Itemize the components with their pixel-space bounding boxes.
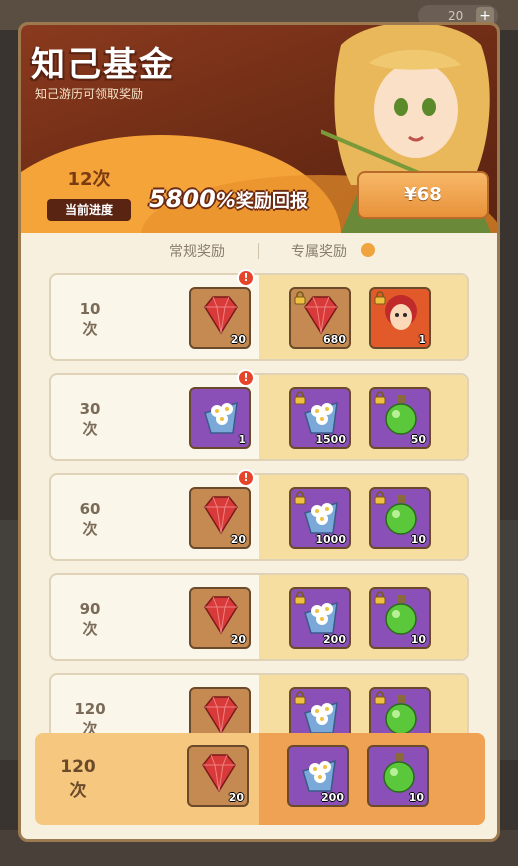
exclusive-reward-item[interactable]: 1000 <box>289 487 351 549</box>
reward-row: 10 次 20 680 1 <box>49 273 469 361</box>
lock-icon <box>294 691 306 705</box>
item-quantity: 20 <box>230 533 246 546</box>
exclusive-reward-item[interactable]: 1500 <box>289 387 351 449</box>
normal-reward-item[interactable]: 20 <box>189 487 251 549</box>
lock-icon <box>294 391 306 405</box>
item-quantity: 200 <box>321 791 344 804</box>
fund-panel: 知己基金 知己游历可领取奖励 12次 当前进度 5800%奖励回报 ¥68 常规… <box>18 22 500 842</box>
lock-icon <box>374 391 386 405</box>
reward-count-label: 60 次 <box>65 499 115 539</box>
exclusive-reward-item[interactable]: 50 <box>369 387 431 449</box>
exclusive-reward-item[interactable]: 10 <box>367 745 429 807</box>
normal-reward-item[interactable]: 20 <box>189 587 251 649</box>
lock-icon <box>374 491 386 505</box>
reward-row: 30 次 1 1500 50 <box>49 373 469 461</box>
count-number: 120 <box>74 700 106 718</box>
count-number: 10 <box>79 300 101 318</box>
background-left <box>0 520 18 760</box>
item-quantity: 200 <box>323 633 346 646</box>
count-number: 30 <box>79 400 101 418</box>
reward-row: 90 次 20 200 10 <box>49 573 469 661</box>
exclusive-reward-item[interactable]: 680 <box>289 287 351 349</box>
current-progress-row: 120 次 20 200 10 <box>35 733 485 825</box>
count-unit: 次 <box>82 620 98 638</box>
reward-count-label: 90 次 <box>65 599 115 639</box>
buy-price-button[interactable]: ¥68 <box>357 171 489 219</box>
normal-reward-heading: 常规奖励 <box>169 244 225 260</box>
count-number: 120 <box>60 757 96 777</box>
alert-badge: ! <box>237 369 255 387</box>
item-quantity: 10 <box>410 533 426 546</box>
exclusive-reward-item[interactable]: 10 <box>369 487 431 549</box>
progress-count: 12次 <box>67 169 111 190</box>
lock-icon <box>374 691 386 705</box>
item-quantity: 1 <box>418 333 426 346</box>
exclusive-reward-item[interactable]: 10 <box>369 587 431 649</box>
reward-count-label: 30 次 <box>65 399 115 439</box>
count-unit: 次 <box>82 320 98 338</box>
currency-value: 20 <box>448 9 464 23</box>
count-unit: 次 <box>82 520 98 538</box>
item-quantity: 10 <box>408 791 424 804</box>
item-quantity: 10 <box>410 633 426 646</box>
reward-return-text: 5800%奖励回报 <box>149 185 308 213</box>
normal-reward-item[interactable]: 20 <box>187 745 249 807</box>
exclusive-reward-item[interactable]: 1 <box>369 287 431 349</box>
item-quantity: 1500 <box>315 433 346 446</box>
normal-reward-item[interactable]: 1 <box>189 387 251 449</box>
reward-row: 60 次 20 1000 10 <box>49 473 469 561</box>
count-number: 60 <box>79 500 101 518</box>
item-quantity: 1000 <box>315 533 346 546</box>
count-unit: 次 <box>69 781 87 801</box>
fund-header: 知己基金 知己游历可领取奖励 12次 当前进度 5800%奖励回报 ¥68 <box>21 25 497 233</box>
lock-icon <box>294 291 306 305</box>
item-quantity: 20 <box>230 333 246 346</box>
alert-badge: ! <box>237 269 255 287</box>
exclusive-reward-item[interactable]: 200 <box>287 745 349 807</box>
lock-icon <box>374 291 386 305</box>
lock-icon <box>374 591 386 605</box>
exclusive-reward-item[interactable]: 200 <box>289 587 351 649</box>
lock-icon <box>294 491 306 505</box>
reward-return-label: 奖励回报 <box>235 191 308 212</box>
item-quantity: 680 <box>323 333 346 346</box>
alert-badge: ! <box>237 469 255 487</box>
count-unit: 次 <box>82 420 98 438</box>
reward-count-label: 120 次 <box>53 755 103 803</box>
reward-percent-sign: % <box>215 188 236 212</box>
exclusive-reward-heading: 专属奖励 <box>291 244 347 260</box>
column-divider <box>258 243 259 259</box>
page-subtitle: 知己游历可领取奖励 <box>35 87 144 101</box>
item-quantity: 20 <box>228 791 244 804</box>
progress-label: 当前进度 <box>47 199 131 221</box>
item-quantity: 50 <box>410 433 426 446</box>
background-right <box>500 520 518 760</box>
progress-box: 12次 当前进度 <box>43 165 135 225</box>
normal-reward-item[interactable]: 20 <box>189 287 251 349</box>
reward-count-label: 10 次 <box>65 299 115 339</box>
page-title: 知己基金 <box>31 45 175 85</box>
exclusive-lock-icon <box>361 243 375 257</box>
item-quantity: 20 <box>230 633 246 646</box>
lock-icon <box>294 591 306 605</box>
count-number: 90 <box>79 600 101 618</box>
item-quantity: 1 <box>238 433 246 446</box>
reward-percent: 5800 <box>149 185 216 213</box>
